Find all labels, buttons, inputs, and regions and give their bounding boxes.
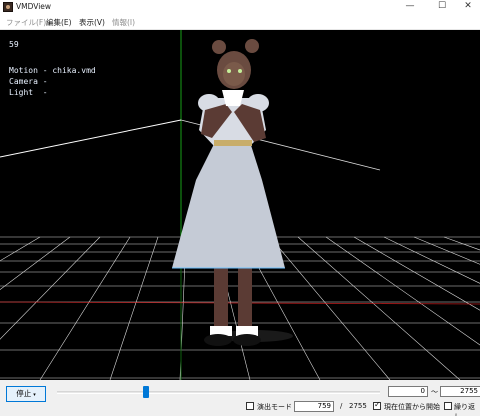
play-from-current-label: 現在位置から開始 xyxy=(384,403,440,411)
title-bar: VMDView — ☐ ✕ xyxy=(0,0,480,14)
total-frames: 2755 xyxy=(349,402,367,410)
light-direction-line xyxy=(0,119,182,158)
timeline-slider[interactable] xyxy=(57,391,380,394)
3d-viewport[interactable]: 59 Motion - chika.vmd Camera - Light - xyxy=(0,30,480,380)
frame-slash: / xyxy=(340,402,343,410)
light-info: Light - xyxy=(9,88,48,97)
camera-info: Camera - xyxy=(9,77,48,86)
app-icon xyxy=(3,2,13,12)
stop-button-label: 停止 xyxy=(16,389,32,398)
loop-label: 繰り返し xyxy=(454,403,475,416)
character-model xyxy=(172,39,293,346)
speed-mode-checkbox[interactable] xyxy=(246,402,254,410)
menu-info[interactable]: 情報(I) xyxy=(112,17,135,28)
range-start-input[interactable]: 0 xyxy=(388,386,428,397)
play-from-current-checkbox[interactable] xyxy=(373,400,381,410)
menu-edit[interactable]: 編集(E) xyxy=(46,17,72,28)
window-title: VMDView xyxy=(16,2,52,11)
close-button[interactable]: ✕ xyxy=(454,0,480,14)
maximize-icon: ☐ xyxy=(437,1,447,11)
dropdown-arrow-icon: ▾ xyxy=(33,392,36,398)
maximize-button[interactable]: ☐ xyxy=(428,0,456,14)
minimize-icon: — xyxy=(405,1,415,11)
minimize-button[interactable]: — xyxy=(396,0,424,14)
loop-checkbox[interactable] xyxy=(444,402,452,410)
speed-mode-label: 演出モード xyxy=(257,403,292,411)
timeline-slider-thumb[interactable] xyxy=(142,386,149,398)
stop-button[interactable]: 停止 ▾ xyxy=(6,386,46,402)
scene-canvas xyxy=(0,30,480,380)
menu-file[interactable]: ファイル(F) xyxy=(6,17,46,28)
menu-view[interactable]: 表示(V) xyxy=(79,17,105,28)
current-frame-input[interactable]: 759 xyxy=(294,401,334,412)
menu-bar: ファイル(F) 編集(E) 表示(V) 情報(I) xyxy=(0,14,480,30)
motion-info: Motion - chika.vmd xyxy=(9,66,96,75)
playback-controls: 停止▾ 0 ～ 2755 演出モード 759 / 2755 現在位置から開始 繰… xyxy=(0,380,480,416)
fps-counter: 59 xyxy=(9,40,19,49)
range-separator: ～ xyxy=(431,388,438,396)
close-icon: ✕ xyxy=(464,1,472,11)
range-end-input[interactable]: 2755 xyxy=(440,386,480,397)
